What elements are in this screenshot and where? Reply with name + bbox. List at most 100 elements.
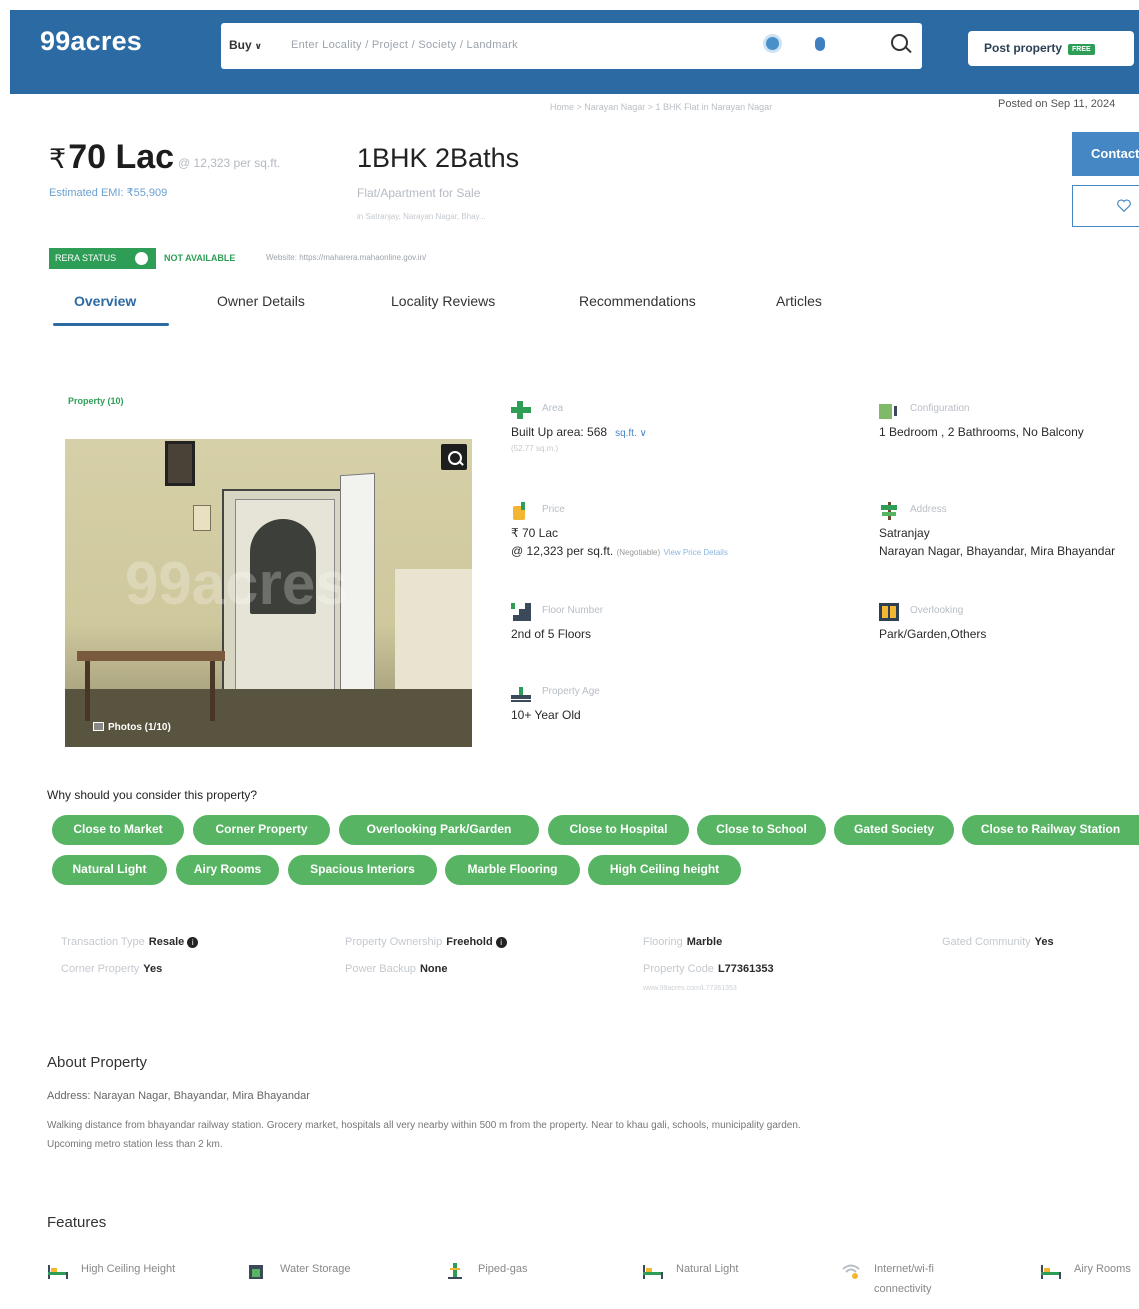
search-input[interactable]: Enter Locality / Project / Society / Lan… bbox=[291, 39, 518, 51]
area-value: Built Up area: 568 sq.ft. ∨ bbox=[511, 425, 647, 439]
bed-icon bbox=[48, 1265, 68, 1279]
area-sub: (52.77 sq.m.) bbox=[511, 444, 559, 453]
about-address: Address: Narayan Nagar, Bhayandar, Mira … bbox=[47, 1090, 310, 1102]
attr-value: Yes bbox=[143, 963, 163, 975]
sale-location: in Satranjay, Narayan Nagar, Bhay... bbox=[357, 212, 486, 221]
search-bar[interactable]: Buy ∨ Enter Locality / Project / Society … bbox=[221, 23, 922, 69]
emi-link[interactable]: Estimated EMI: ₹55,909 bbox=[49, 186, 167, 199]
free-badge: FREE bbox=[1068, 44, 1095, 55]
photo-floor bbox=[65, 689, 472, 747]
photo-cabinet bbox=[395, 569, 472, 689]
area-icon bbox=[511, 401, 531, 419]
rera-status-badge: RERA STATUS bbox=[49, 248, 156, 269]
contact-owner-button[interactable]: Contact Owner bbox=[1072, 132, 1139, 176]
info-icon[interactable]: i bbox=[495, 937, 507, 948]
location-icon[interactable] bbox=[766, 37, 779, 50]
photos-counter[interactable]: Photos (1/10) bbox=[93, 722, 171, 733]
configuration-icon bbox=[879, 404, 897, 419]
tab-locality-reviews[interactable]: Locality Reviews bbox=[391, 293, 495, 309]
floor-value: 2nd of 5 Floors bbox=[511, 627, 592, 641]
price: ₹70 Lac bbox=[49, 138, 174, 177]
building-age-icon bbox=[511, 687, 531, 702]
price-per-sqft: @ 12,323 per sq.ft. bbox=[178, 156, 281, 170]
photo-portrait bbox=[165, 441, 195, 486]
breadcrumb[interactable]: Home > Narayan Nagar > 1 BHK Flat in Nar… bbox=[550, 102, 772, 112]
water-tank-icon bbox=[249, 1265, 263, 1279]
tab-owner-details[interactable]: Owner Details bbox=[217, 293, 305, 309]
top-header: 99acres Buy ∨ Enter Locality / Project / … bbox=[10, 10, 1139, 94]
attr-flooring: Flooring Marble bbox=[643, 936, 722, 948]
rera-status-label: RERA STATUS bbox=[55, 253, 117, 263]
config-title: 1BHK 2Baths bbox=[357, 143, 520, 173]
highlight-chip: Close to Market bbox=[52, 815, 184, 845]
attr-corner-property: Corner Property Yes bbox=[61, 963, 162, 975]
unit-label: sq.ft. bbox=[615, 428, 637, 439]
gas-icon bbox=[448, 1263, 462, 1279]
bed-icon bbox=[643, 1265, 663, 1279]
configuration-value: 1 Bedroom , 2 Bathrooms, No Balcony bbox=[879, 425, 1084, 439]
negotiable-label: (Negotiable) bbox=[616, 548, 661, 557]
attr-label: Transaction Type bbox=[61, 936, 145, 948]
feature-label: High Ceiling Height bbox=[81, 1263, 176, 1275]
chevron-down-icon: ∨ bbox=[254, 41, 262, 51]
address-value: Satranjay bbox=[879, 526, 930, 540]
zoom-icon[interactable] bbox=[441, 444, 467, 470]
overlooking-value: Park/Garden,Others bbox=[879, 627, 987, 641]
search-icon[interactable] bbox=[891, 34, 908, 51]
info-icon[interactable] bbox=[135, 252, 148, 265]
why-consider-title: Why should you consider this property? bbox=[47, 788, 258, 802]
about-description: Walking distance from bhayandar railway … bbox=[47, 1120, 801, 1131]
property-photo[interactable]: 99acres Photos (1/10) bbox=[65, 439, 472, 747]
about-description-more: Upcoming metro station less than 2 km. bbox=[47, 1139, 223, 1150]
attr-power-backup: Power Backup None bbox=[345, 963, 447, 975]
window-icon bbox=[879, 603, 899, 621]
highlight-chip: Natural Light bbox=[52, 855, 167, 885]
tab-articles[interactable]: Articles bbox=[776, 293, 822, 309]
feature-label: Water Storage bbox=[280, 1263, 351, 1275]
mic-icon[interactable] bbox=[815, 37, 825, 51]
highlight-chip: Close to Hospital bbox=[548, 815, 689, 845]
unit-dropdown[interactable]: sq.ft. ∨ bbox=[615, 428, 647, 439]
rera-website[interactable]: Website: https://maharera.mahaonline.gov… bbox=[266, 253, 426, 262]
photo-watermark: 99acres bbox=[125, 550, 349, 617]
price-per-sqft-detail: @ 12,323 per sq.ft. bbox=[511, 544, 614, 558]
tab-overview[interactable]: Overview bbox=[74, 293, 136, 309]
highlight-chip: Airy Rooms bbox=[176, 855, 279, 885]
highlight-chip: Close to School bbox=[697, 815, 826, 845]
property-url[interactable]: www.99acres.com/L77361353 bbox=[643, 985, 737, 992]
photo-desk-leg bbox=[85, 661, 90, 721]
tab-recommendations[interactable]: Recommendations bbox=[579, 293, 696, 309]
image-icon bbox=[93, 722, 104, 731]
info-icon[interactable]: i bbox=[187, 937, 199, 948]
attr-value: None bbox=[419, 963, 448, 975]
attr-label: Gated Community bbox=[942, 936, 1031, 948]
price-detail-sub: @ 12,323 per sq.ft. (Negotiable) View Pr… bbox=[511, 544, 728, 558]
post-property-button[interactable]: Post property FREE bbox=[968, 31, 1134, 66]
posted-date: Posted on Sep 11, 2024 bbox=[998, 98, 1116, 110]
attr-property-code: Property Code L77361353 bbox=[643, 963, 774, 975]
feature-label: Natural Light bbox=[676, 1263, 739, 1275]
feature-label: Internet/wi-fi bbox=[874, 1263, 934, 1275]
shortlist-button[interactable] bbox=[1072, 185, 1139, 227]
buy-dropdown[interactable]: Buy ∨ bbox=[229, 38, 262, 52]
price-detail-value: ₹ 70 Lac bbox=[511, 526, 558, 540]
price-icon bbox=[513, 502, 525, 520]
attr-value: L77361353 bbox=[717, 963, 774, 975]
attr-label: Property Ownership bbox=[345, 936, 443, 948]
attr-transaction-type: Transaction Type Resale i bbox=[61, 936, 199, 948]
wifi-icon bbox=[842, 1264, 860, 1279]
attr-value: Marble bbox=[686, 936, 723, 948]
about-title: About Property bbox=[47, 1054, 148, 1071]
sale-type: Flat/Apartment for Sale bbox=[357, 186, 481, 200]
attr-label: Flooring bbox=[643, 936, 683, 948]
view-price-details-link[interactable]: View Price Details bbox=[664, 548, 728, 557]
rupee-symbol: ₹ bbox=[49, 144, 67, 174]
overlooking-label: Overlooking bbox=[910, 605, 964, 616]
attr-ownership: Property Ownership Freehold i bbox=[345, 936, 507, 948]
site-logo[interactable]: 99acres bbox=[40, 26, 142, 57]
highlight-chip: Close to Railway Station bbox=[962, 815, 1139, 845]
attr-gated-community: Gated Community Yes bbox=[942, 936, 1054, 948]
feature-label-line2: connectivity bbox=[874, 1283, 932, 1295]
stairs-icon bbox=[511, 603, 531, 621]
post-property-label: Post property bbox=[984, 41, 1063, 55]
